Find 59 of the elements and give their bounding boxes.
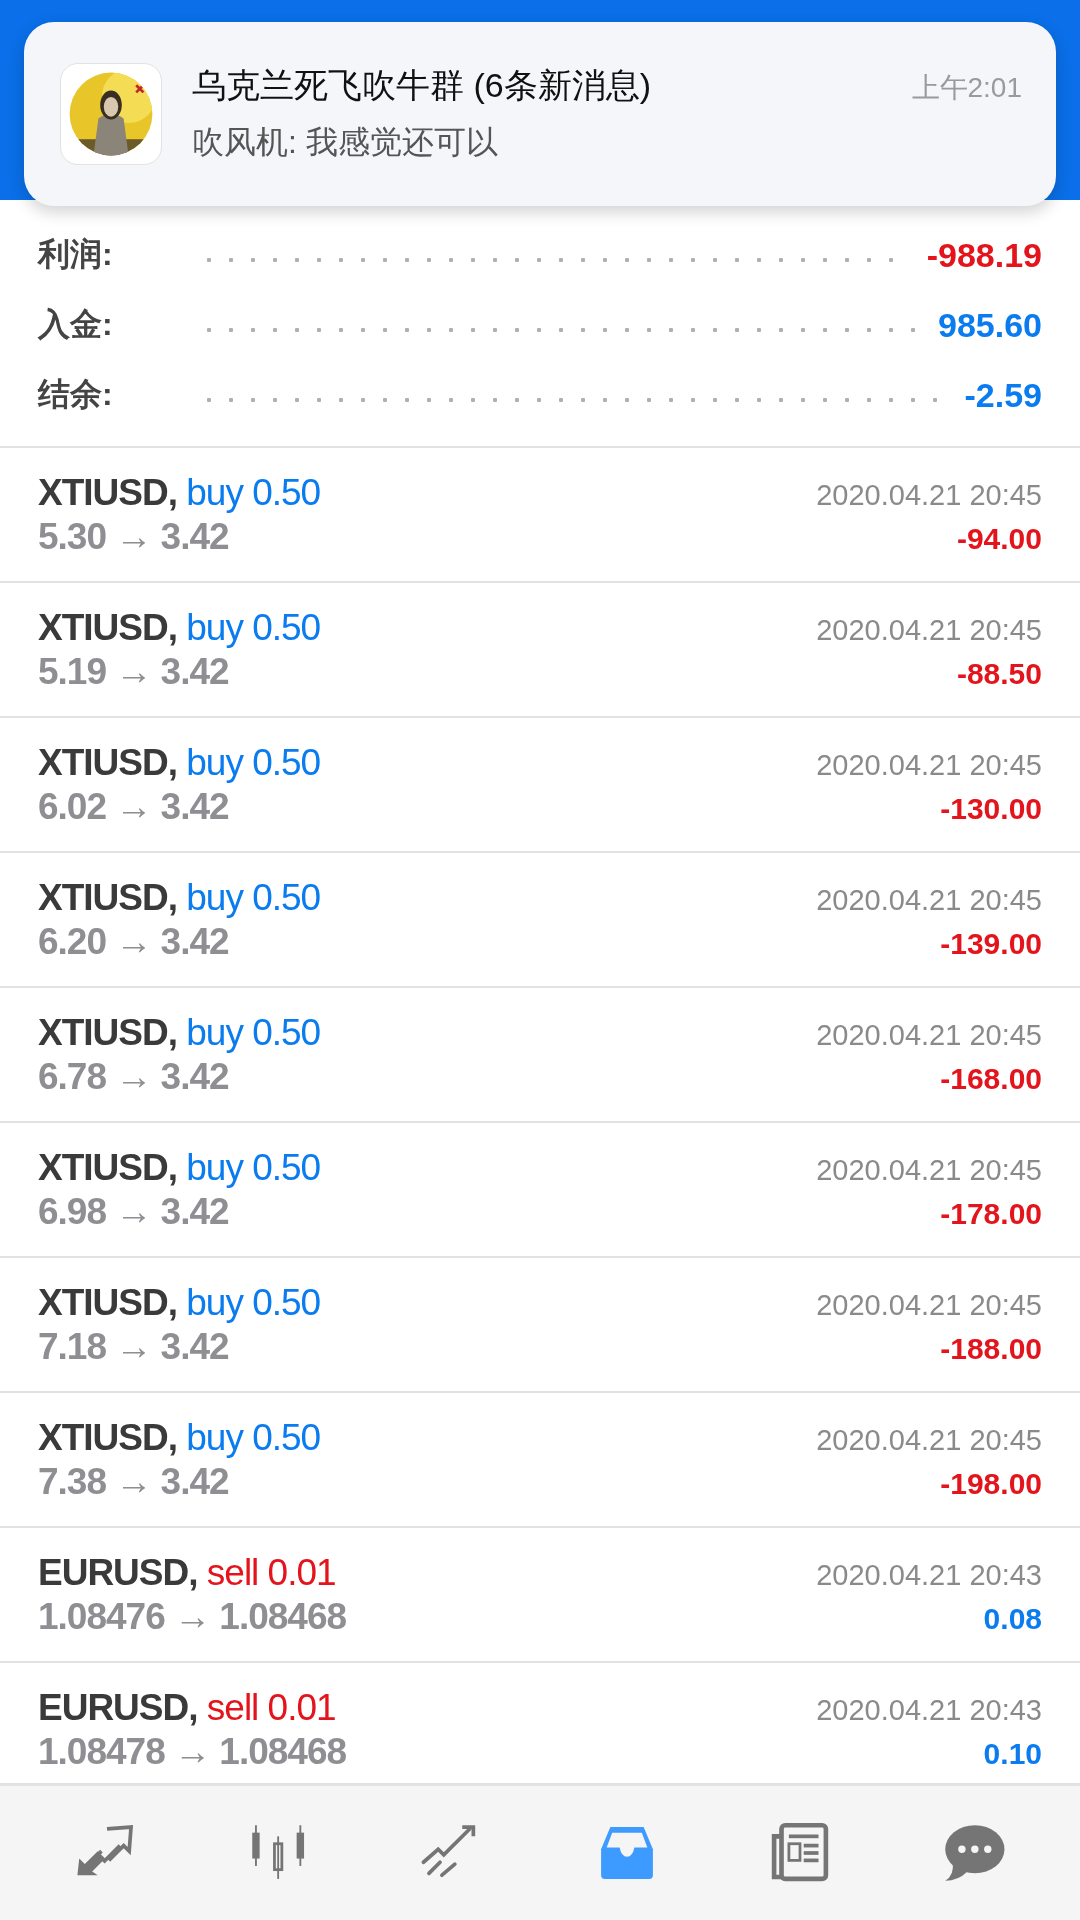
- notification-card[interactable]: 乌克兰死飞吹牛群 (6条新消息) 上午2:01 吹风机: 我感觉还可以: [24, 22, 1056, 206]
- trade-time: 2020.04.21 20:45: [816, 748, 1042, 782]
- trade-time: 2020.04.21 20:45: [816, 478, 1042, 512]
- trade-row[interactable]: XTIUSD, buy 0.50 2020.04.21 20:45 6.78 → 3.42 -168.00: [0, 988, 1080, 1123]
- trade-prices: 6.02 → 3.42: [38, 785, 229, 828]
- trade-profit: 0.08: [983, 1601, 1042, 1636]
- trade-profit: -130.00: [940, 791, 1042, 826]
- trade-prices: 1.08476 → 1.08468: [38, 1595, 347, 1638]
- trade-row[interactable]: XTIUSD, buy 0.50 2020.04.21 20:45 7.18 → 3.42 -188.00: [0, 1258, 1080, 1393]
- summary-value: 985.60: [938, 305, 1042, 345]
- trade-title: XTIUSD, buy 0.50: [38, 1011, 321, 1054]
- trade-title: XTIUSD, buy 0.50: [38, 741, 321, 784]
- trade-row[interactable]: EURUSD, sell 0.01 2020.04.21 20:43 1.08476 → 1.08468 0.08: [0, 1528, 1080, 1663]
- trade-prices: 6.98 → 3.42: [38, 1190, 229, 1233]
- trade-time: 2020.04.21 20:45: [816, 1018, 1042, 1052]
- trade-profit: -94.00: [956, 521, 1042, 556]
- trade-title: XTIUSD, buy 0.50: [38, 1416, 321, 1459]
- trade-row[interactable]: XTIUSD, buy 0.50 2020.04.21 20:45 6.20 → 3.42 -139.00: [0, 853, 1080, 988]
- trade-profit: -198.00: [940, 1466, 1042, 1501]
- trade-time: 2020.04.21 20:45: [816, 883, 1042, 917]
- trade-prices: 1.08478 → 1.08468: [38, 1730, 347, 1773]
- trade-title: EURUSD, sell 0.01: [38, 1686, 336, 1729]
- trade-profit: -139.00: [940, 926, 1042, 961]
- trade-profit: -168.00: [940, 1061, 1042, 1096]
- trade-title: EURUSD, sell 0.01: [38, 1551, 336, 1594]
- trade-title: XTIUSD, buy 0.50: [38, 471, 321, 514]
- trade-profit: -178.00: [940, 1196, 1042, 1231]
- summary-value: -988.19: [926, 235, 1042, 275]
- trade-prices: 6.78 → 3.42: [38, 1055, 229, 1098]
- notification-time: 上午2:01: [911, 71, 1022, 105]
- trade-prices: 5.30 → 3.42: [38, 515, 229, 558]
- trade-title: XTIUSD, buy 0.50: [38, 606, 321, 649]
- trade-prices: 6.20 → 3.42: [38, 920, 229, 963]
- summary-label: 结余:: [38, 375, 114, 414]
- trade-prices: 5.19 → 3.42: [38, 650, 229, 693]
- trade-prices: 7.18 → 3.42: [38, 1325, 229, 1368]
- trade-profit: 0.10: [983, 1736, 1042, 1771]
- notification-title: 乌克兰死飞吹牛群 (6条新消息): [192, 65, 651, 106]
- trade-row[interactable]: XTIUSD, buy 0.50 2020.04.21 20:45 6.02 → 3.42 -130.00: [0, 718, 1080, 853]
- trade-prices: 7.38 → 3.42: [38, 1460, 229, 1503]
- trade-title: XTIUSD, buy 0.50: [38, 876, 321, 919]
- trade-profit: -188.00: [940, 1331, 1042, 1366]
- notification-message: 吹风机: 我感觉还可以: [192, 123, 499, 162]
- trade-title: XTIUSD, buy 0.50: [38, 1281, 321, 1324]
- trade-time: 2020.04.21 20:45: [816, 613, 1042, 647]
- summary-label: 利润:: [38, 235, 114, 274]
- trade-row[interactable]: XTIUSD, buy 0.50 2020.04.21 20:45 5.30 → 3.42 -94.00: [0, 448, 1080, 583]
- trade-time: 2020.04.21 20:45: [816, 1288, 1042, 1322]
- summary-value: -2.59: [964, 375, 1042, 415]
- trade-row[interactable]: XTIUSD, buy 0.50 2020.04.21 20:45 6.98 → 3.42 -178.00: [0, 1123, 1080, 1258]
- trade-row[interactable]: XTIUSD, buy 0.50 2020.04.21 20:45 5.19 → 3.42 -88.50: [0, 583, 1080, 718]
- trade-time: 2020.04.21 20:45: [816, 1423, 1042, 1457]
- trade-time: 2020.04.21 20:45: [816, 1153, 1042, 1187]
- trade-time: 2020.04.21 20:43: [816, 1558, 1042, 1592]
- trade-time: 2020.04.21 20:43: [816, 1693, 1042, 1727]
- trade-row[interactable]: XTIUSD, buy 0.50 2020.04.21 20:45 7.38 → 3.42 -198.00: [0, 1393, 1080, 1528]
- trade-profit: -88.50: [956, 656, 1042, 691]
- trade-title: XTIUSD, buy 0.50: [38, 1146, 321, 1189]
- summary-label: 入金:: [38, 305, 114, 344]
